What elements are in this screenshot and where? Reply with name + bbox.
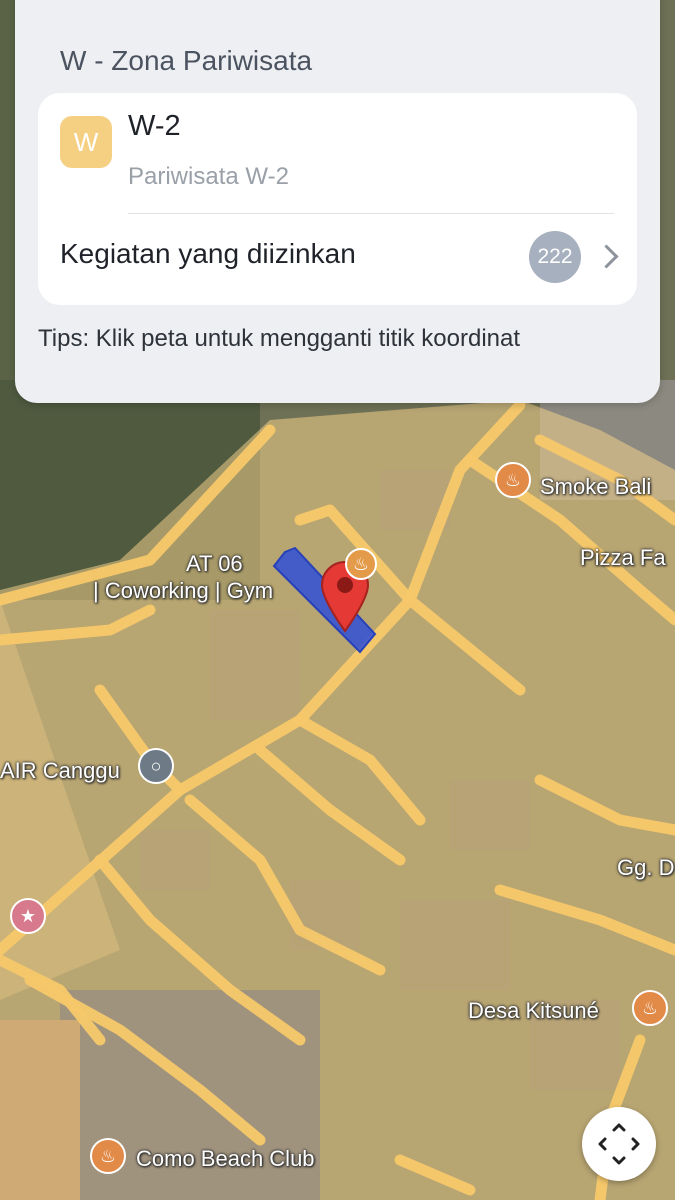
zone-card: W W-2 Pariwisata W-2 Kegiatan yang diizi… <box>38 93 637 305</box>
map-label-at06[interactable]: AT 06 <box>186 551 243 577</box>
tips-text: Tips: Klik peta untuk mengganti titik ko… <box>38 325 521 352</box>
zone-badge: W <box>60 116 112 168</box>
zone-description: Pariwisata W-2 <box>128 163 289 190</box>
recenter-button[interactable] <box>582 1107 656 1181</box>
zone-title: W - Zona Pariwisata <box>60 45 313 76</box>
restaurant-icon[interactable]: ♨ <box>90 1138 126 1174</box>
recenter-icon <box>598 1123 640 1165</box>
shopping-icon[interactable]: ★ <box>10 898 46 934</box>
map-label-como[interactable]: Como Beach Club <box>136 1146 315 1172</box>
map-label-smoke[interactable]: Smoke Bali <box>540 474 651 500</box>
chevron-right-icon <box>594 244 619 269</box>
map-label-coworking[interactable]: | Coworking | Gym <box>93 578 273 604</box>
activities-count-badge: 222 <box>529 231 581 283</box>
zone-info-panel: W - Zona Pariwisata W W-2 Pariwisata W-2… <box>15 0 660 403</box>
map-label-pizza[interactable]: Pizza Fa <box>580 545 666 571</box>
restaurant-icon[interactable]: ♨ <box>495 462 531 498</box>
place-icon[interactable]: ○ <box>138 748 174 784</box>
map-label-air-canggu[interactable]: AIR Canggu <box>0 758 120 784</box>
allowed-activities-label: Kegiatan yang diizinkan <box>60 238 356 269</box>
allowed-activities-row[interactable]: Kegiatan yang diizinkan 222 <box>38 214 637 305</box>
zone-code: W-2 <box>128 110 181 142</box>
map-label-desa-kitsune[interactable]: Desa Kitsuné <box>468 998 599 1024</box>
restaurant-icon[interactable]: ♨ <box>632 990 668 1026</box>
restaurant-icon[interactable]: ♨ <box>345 548 377 580</box>
map-label-gg-d[interactable]: Gg. D <box>617 855 674 881</box>
